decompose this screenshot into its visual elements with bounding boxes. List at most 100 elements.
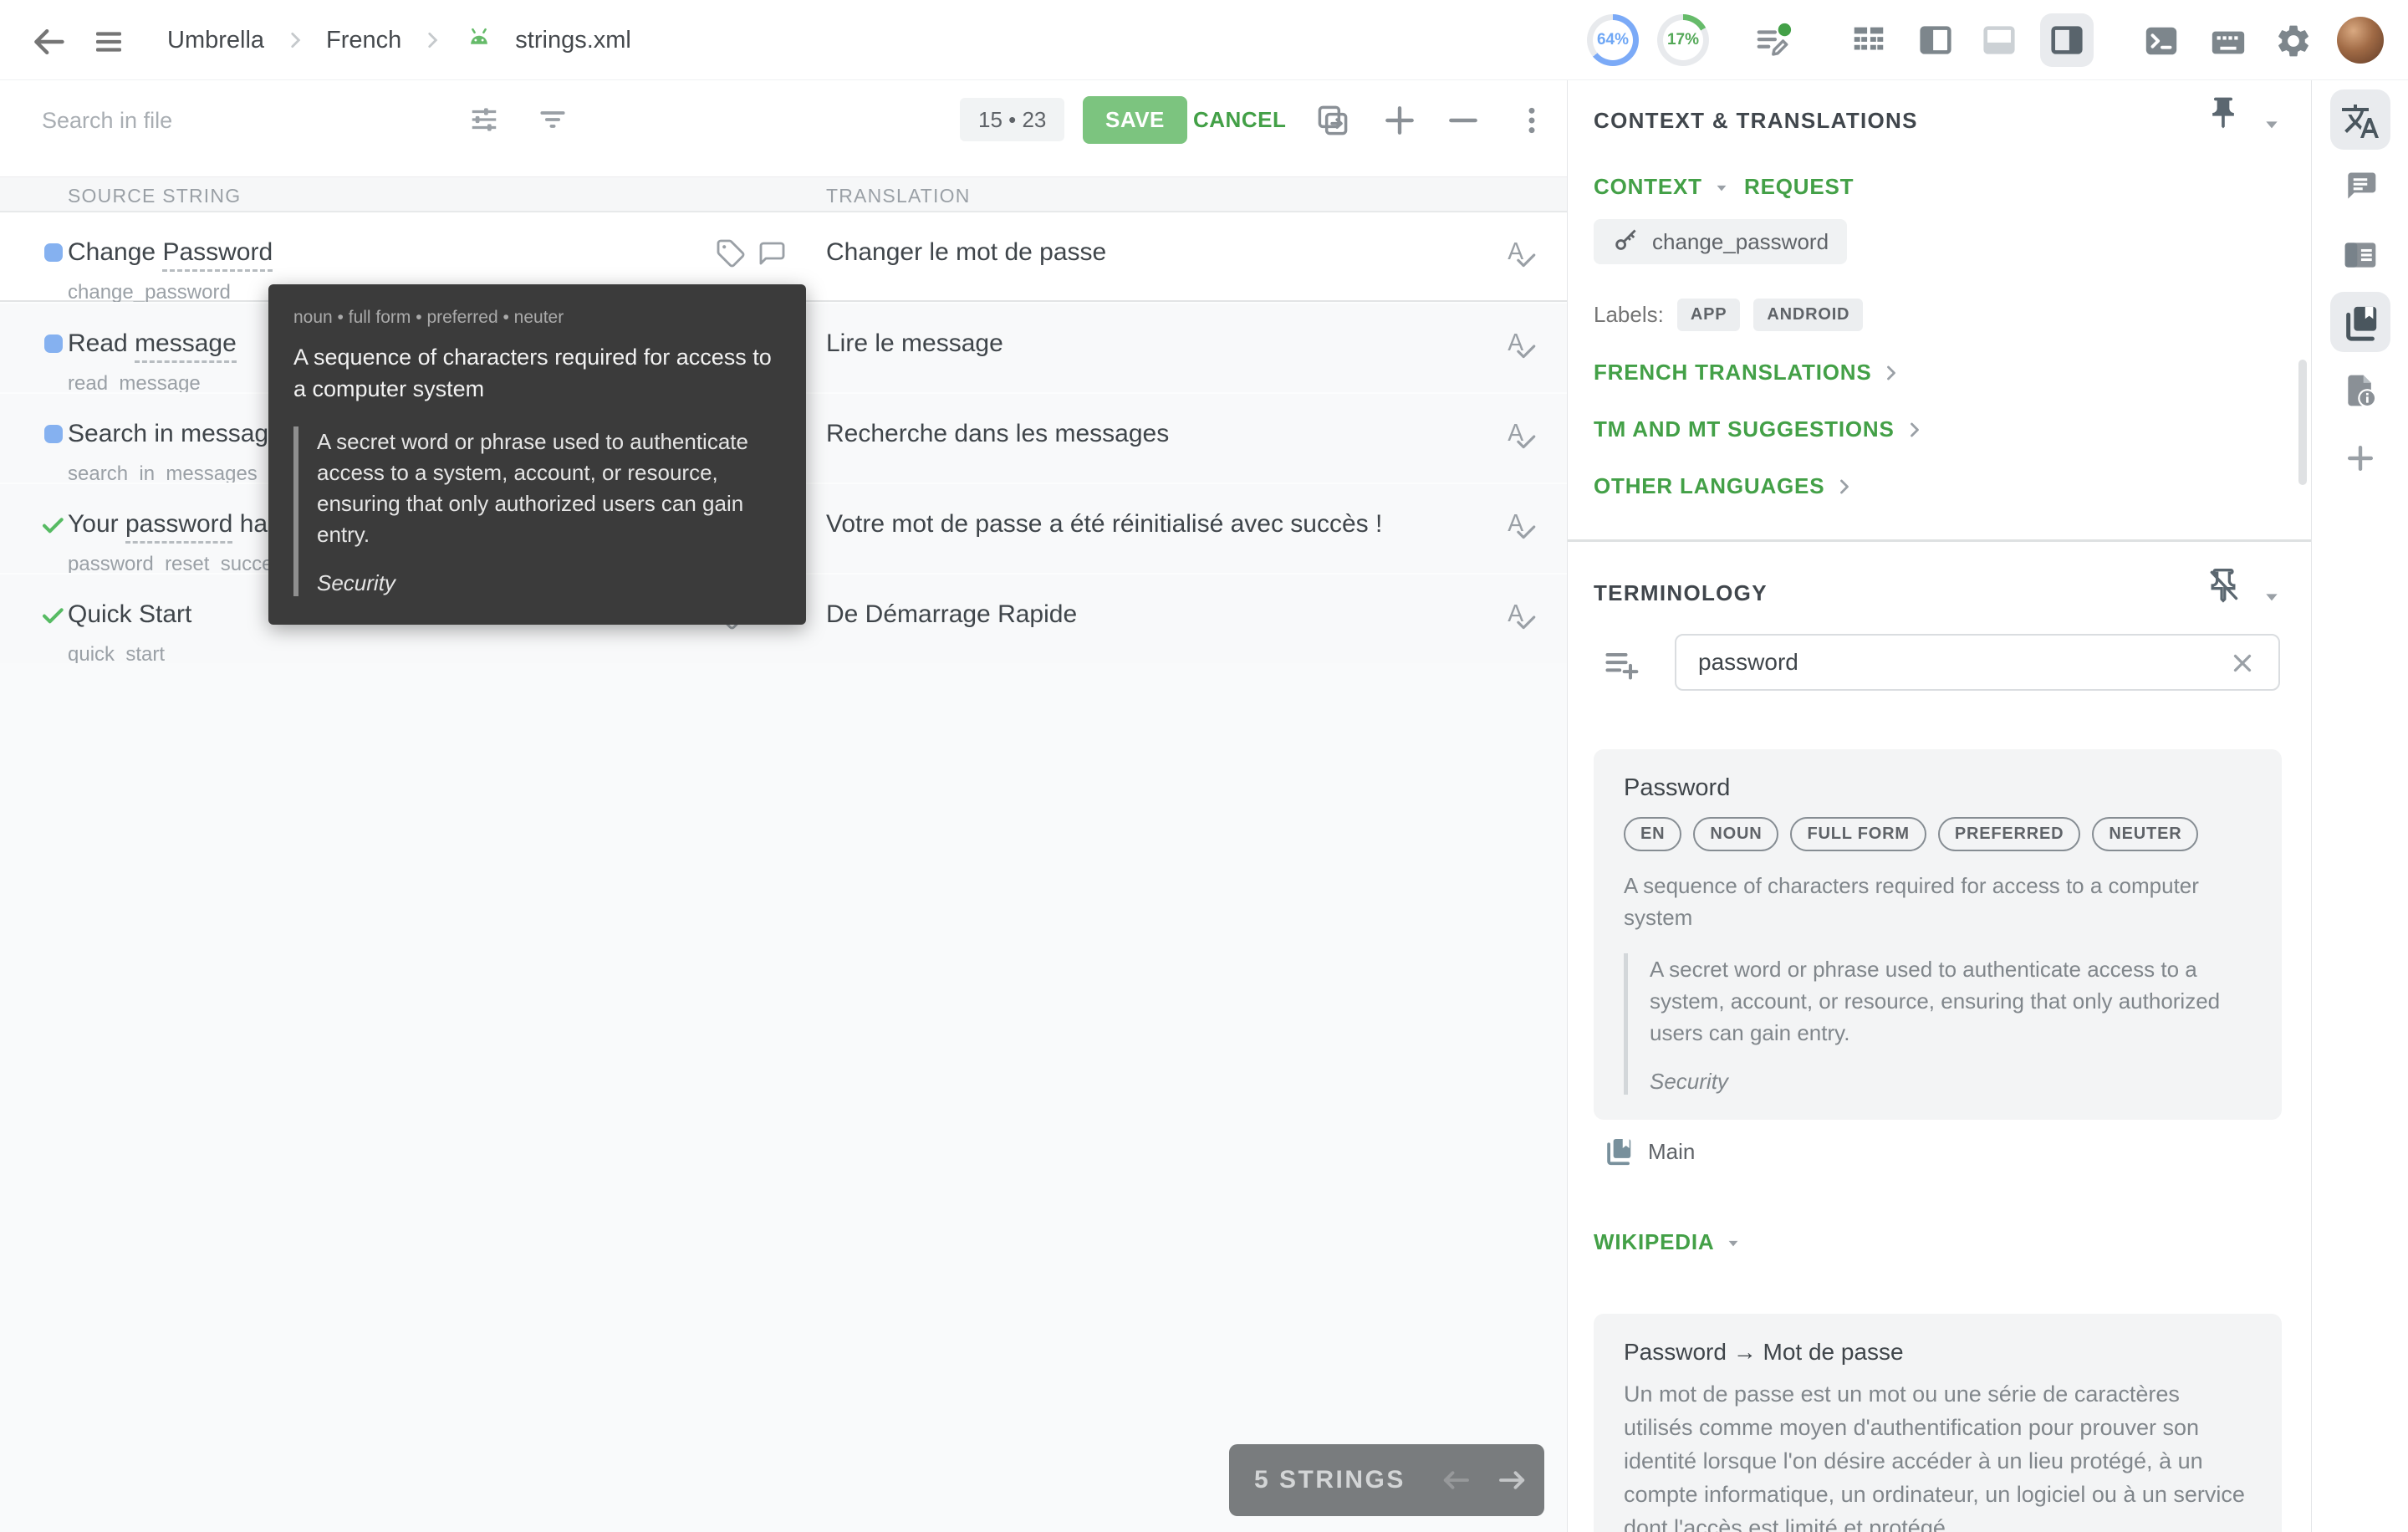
- chevron-right-icon: [421, 29, 443, 51]
- terminal-icon[interactable]: [2142, 22, 2181, 60]
- tooltip-quote: A secret word or phrase used to authenti…: [317, 426, 781, 550]
- translate-panel-icon[interactable]: [2340, 101, 2380, 141]
- avatar[interactable]: [2337, 17, 2384, 64]
- string-key: change_password: [68, 281, 231, 304]
- context-panel: CONTEXT & TRANSLATIONS CONTEXT REQUEST c…: [1567, 80, 2311, 1532]
- labels-caption: Labels:: [1594, 302, 1664, 328]
- tab-request[interactable]: REQUEST: [1744, 174, 1854, 200]
- comment-icon[interactable]: [756, 238, 786, 268]
- breadcrumb: Umbrella French strings.xml: [167, 0, 631, 80]
- tm-mt-suggestions-link[interactable]: TM AND MT SUGGESTIONS: [1594, 416, 1926, 442]
- tab-context[interactable]: CONTEXT: [1594, 174, 1732, 200]
- terminology-search-input[interactable]: [1675, 634, 2280, 691]
- pin-icon[interactable]: [2205, 94, 2242, 131]
- string-key-chip[interactable]: change_password: [1594, 219, 1847, 264]
- tooltip-definition: A sequence of characters required for ac…: [293, 341, 781, 405]
- term-topic: Security: [1650, 1069, 2252, 1095]
- search-input[interactable]: [42, 99, 443, 142]
- translation-text[interactable]: Votre mot de passe a été réinitialisé av…: [826, 510, 1382, 539]
- tooltip-quote-block: A secret word or phrase used to authenti…: [293, 426, 781, 596]
- source-string: Read message: [68, 329, 237, 358]
- progress-ring-translated-value: 64%: [1587, 14, 1639, 66]
- panel-scrollbar[interactable]: [2298, 360, 2307, 485]
- string-info-panel-icon[interactable]: [2342, 372, 2379, 409]
- svg-text:A: A: [1508, 238, 1523, 265]
- wikipedia-card: Password → Mot de passe Un mot de passe …: [1594, 1314, 2282, 1532]
- svg-text:A: A: [1508, 600, 1523, 627]
- add-panel-icon[interactable]: [2342, 440, 2379, 477]
- add-term-icon[interactable]: [1603, 646, 1640, 682]
- back-icon[interactable]: [30, 23, 67, 60]
- top-bar: Umbrella French strings.xml 64% 17%: [0, 0, 2408, 80]
- spellcheck-icon[interactable]: A: [1503, 237, 1538, 273]
- breadcrumb-language[interactable]: French: [326, 27, 401, 54]
- tooltip-topic: Security: [317, 570, 781, 596]
- translation-text[interactable]: De Démarrage Rapide: [826, 600, 1077, 629]
- translation-text[interactable]: Changer le mot de passe: [826, 238, 1106, 267]
- progress-ring-reviewed[interactable]: 17%: [1657, 14, 1709, 66]
- panel-divider: [1568, 539, 2311, 542]
- svg-text:A: A: [1508, 510, 1523, 537]
- tune-icon[interactable]: [468, 104, 500, 135]
- glossary-link[interactable]: Main: [1603, 1136, 1695, 1167]
- comments-panel-icon[interactable]: [2342, 168, 2379, 205]
- clear-search-icon[interactable]: [2228, 649, 2257, 677]
- term-chip: EN: [1624, 817, 1681, 851]
- unpin-icon[interactable]: [2205, 567, 2242, 604]
- terminology-panel-icon[interactable]: [2342, 304, 2380, 342]
- translation-text[interactable]: Lire le message: [826, 329, 1003, 358]
- gear-icon[interactable]: [2274, 22, 2313, 60]
- string-position-counter: 15 • 23: [960, 98, 1064, 141]
- progress-ring-translated[interactable]: 64%: [1587, 14, 1639, 66]
- save-button[interactable]: SAVE: [1083, 96, 1187, 144]
- translation-text[interactable]: Recherche dans les messages: [826, 420, 1169, 448]
- breadcrumb-project[interactable]: Umbrella: [167, 27, 264, 54]
- view-left-panel-icon[interactable]: [1916, 21, 1955, 59]
- view-bottom-panel-icon[interactable]: [1980, 21, 2018, 59]
- breadcrumb-file[interactable]: strings.xml: [515, 27, 631, 54]
- context-card-panel-icon[interactable]: [2342, 237, 2379, 273]
- other-languages-link[interactable]: OTHER LANGUAGES: [1594, 473, 1856, 499]
- key-icon: [1612, 227, 1640, 256]
- terminology-term[interactable]: password: [125, 510, 232, 544]
- spellcheck-icon[interactable]: A: [1503, 329, 1538, 364]
- strings-pager: 5 STRINGS: [1229, 1444, 1544, 1516]
- keyboard-icon[interactable]: [2209, 23, 2247, 62]
- chevron-down-icon[interactable]: [2258, 583, 2285, 610]
- cancel-button[interactable]: CANCEL: [1193, 96, 1286, 144]
- wikipedia-link[interactable]: WIKIPEDIA: [1594, 1229, 1744, 1255]
- status-verified-icon: [39, 602, 66, 629]
- spellcheck-icon[interactable]: A: [1503, 600, 1538, 635]
- menu-icon[interactable]: [92, 25, 125, 59]
- terminology-term[interactable]: message: [135, 329, 237, 363]
- wikipedia-entry-text: Un mot de passe est un mot ou une série …: [1624, 1377, 2252, 1532]
- pager-label: 5 STRINGS: [1254, 1466, 1406, 1494]
- source-string: Change Password: [68, 238, 273, 267]
- translation-column-header: TRANSLATION: [826, 185, 971, 207]
- spellcheck-icon[interactable]: A: [1503, 509, 1538, 544]
- tag-icon[interactable]: [716, 238, 746, 268]
- term-chip: PREFERRED: [1938, 817, 2081, 851]
- view-right-panel-icon[interactable]: [2040, 13, 2094, 67]
- term-chip: NEUTER: [2092, 817, 2198, 851]
- label-chip[interactable]: APP: [1677, 299, 1741, 331]
- pager-prev-icon[interactable]: [1438, 1463, 1473, 1498]
- status-unverified-icon: [44, 425, 63, 443]
- status-unverified-icon: [44, 334, 63, 353]
- pager-next-icon[interactable]: [1495, 1463, 1530, 1498]
- french-translations-link[interactable]: FRENCH TRANSLATIONS: [1594, 360, 1903, 386]
- view-table-icon[interactable]: [1849, 21, 1888, 59]
- tasks-edit-icon[interactable]: [1754, 22, 1793, 60]
- svg-text:A: A: [1508, 420, 1523, 447]
- glossary-name: Main: [1648, 1139, 1695, 1165]
- copy-source-icon[interactable]: [1314, 102, 1351, 139]
- spellcheck-icon[interactable]: A: [1503, 419, 1538, 454]
- terminology-term[interactable]: Password: [162, 238, 273, 272]
- more-options-icon[interactable]: [1515, 104, 1548, 137]
- filter-icon[interactable]: [537, 104, 569, 135]
- wikipedia-entry-title: Password → Mot de passe: [1624, 1339, 2252, 1366]
- label-chip[interactable]: ANDROID: [1753, 299, 1863, 331]
- chevron-down-icon[interactable]: [2258, 110, 2285, 137]
- remove-string-icon[interactable]: [1445, 102, 1482, 139]
- add-string-icon[interactable]: [1381, 102, 1418, 139]
